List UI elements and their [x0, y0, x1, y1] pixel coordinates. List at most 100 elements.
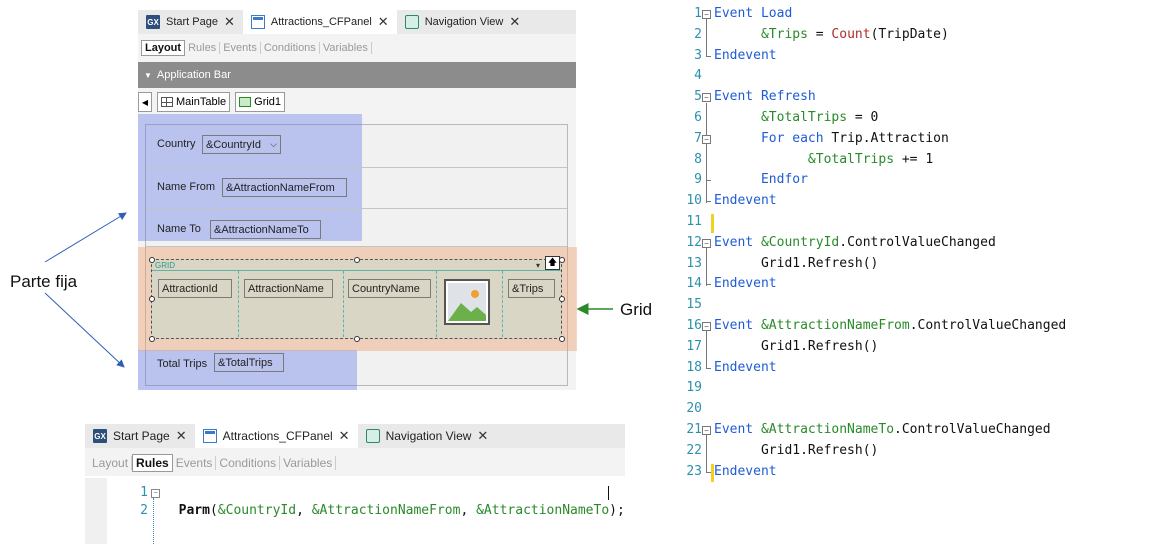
- code-line[interactable]: Grid1.Refresh(): [714, 441, 878, 462]
- arrow-to-top-fixed: [44, 212, 127, 263]
- line-number: 18: [686, 359, 702, 375]
- fold-end-mark: [706, 367, 711, 369]
- code-line[interactable]: Event Refresh: [714, 87, 816, 108]
- grid-annotation: Grid: [620, 300, 653, 319]
- line-number: 16: [686, 318, 702, 333]
- arrow-to-bottom-fixed: [44, 292, 125, 368]
- text-cursor: [608, 486, 609, 500]
- rule-sep: ,: [296, 503, 312, 518]
- tab-label: Navigation View: [385, 429, 472, 443]
- code-token: Endevent: [714, 47, 777, 63]
- code-line[interactable]: Event Load: [714, 4, 792, 25]
- code-line[interactable]: For each Trip.Attraction: [714, 129, 949, 150]
- rule-line[interactable]: Parm(&CountryId, &AttractionNameFrom, &A…: [163, 484, 625, 520]
- code-line[interactable]: Event &AttractionNameTo.ControlValueChan…: [714, 420, 1051, 441]
- line-number: 11: [686, 214, 702, 229]
- code-token: Trip.Attraction: [823, 130, 949, 146]
- fold-end-mark: [706, 180, 711, 182]
- rule-paren: (: [209, 503, 218, 518]
- line-number: 15: [686, 297, 702, 313]
- code-token: Event: [714, 234, 761, 250]
- tab-conditions[interactable]: Conditions: [216, 456, 281, 470]
- line-number: 7: [694, 130, 702, 146]
- code-token: &CountryId: [760, 234, 840, 250]
- tab-navigation-view[interactable]: Navigation View ✕: [358, 424, 497, 448]
- fold-minus-icon[interactable]: −: [702, 93, 711, 103]
- code-token: Count: [831, 26, 871, 42]
- code-token: Event Load: [714, 6, 793, 21]
- fold-minus-icon[interactable]: −: [151, 489, 160, 498]
- code-line[interactable]: Endevent: [714, 462, 777, 483]
- code-token: (TripDate): [870, 26, 949, 42]
- code-line[interactable]: Endevent: [714, 358, 777, 379]
- tab-start-page[interactable]: GX Start Page ✕: [85, 424, 195, 448]
- close-icon[interactable]: ✕: [176, 428, 187, 444]
- line-number: 12: [686, 234, 702, 250]
- code-token: &Trips: [760, 26, 808, 42]
- line-number: 5: [694, 89, 702, 105]
- close-icon[interactable]: ✕: [477, 428, 488, 444]
- fold-guide: [706, 19, 707, 57]
- code-token: .ControlValueChanged: [839, 234, 996, 250]
- rule-var: &AttractionNameTo: [476, 503, 610, 518]
- code-line[interactable]: Event &CountryId.ControlValueChanged: [714, 233, 996, 254]
- code-line[interactable]: Grid1.Refresh(): [714, 254, 878, 275]
- line-number: 20: [686, 401, 702, 417]
- fold-end-mark: [706, 201, 711, 203]
- tab-layout[interactable]: Layout: [89, 456, 133, 470]
- code-token: = 0: [847, 110, 879, 125]
- code-token: For each: [760, 130, 824, 146]
- navigation-icon: [365, 429, 380, 443]
- tab-variables[interactable]: Variables: [280, 456, 337, 470]
- fold-minus-icon[interactable]: −: [702, 426, 711, 435]
- gx-icon: GX: [93, 429, 107, 443]
- tab-attractions-cfpanel[interactable]: Attractions_CFPanel ✕: [194, 424, 358, 448]
- fold-minus-icon[interactable]: −: [702, 238, 711, 248]
- events-code-editor[interactable]: 1− Event Load 2 &Trips = Count(TripDate) 3 E…: [680, 4, 1150, 488]
- code-line[interactable]: Endevent: [714, 274, 777, 295]
- fold-end-mark: [706, 284, 711, 286]
- tab-events[interactable]: Events: [173, 456, 217, 470]
- annotation-arrows: [44, 212, 613, 368]
- code-token: Endevent: [714, 193, 777, 209]
- code-line[interactable]: &TotalTrips = 0: [714, 108, 878, 129]
- code-token: .ControlValueChanged: [894, 422, 1051, 437]
- code-token: Endevent: [714, 359, 777, 375]
- code-token: Grid1.Refresh(): [714, 255, 879, 271]
- code-token: Endevent: [714, 463, 777, 479]
- code-line[interactable]: Endevent: [714, 191, 777, 212]
- code-line[interactable]: Event &AttractionNameFrom.ControlValueCh…: [714, 316, 1066, 337]
- rule-sep: ,: [460, 503, 477, 518]
- fold-minus-icon[interactable]: −: [702, 322, 711, 331]
- line-number: 6: [694, 110, 702, 125]
- fold-minus-icon[interactable]: −: [702, 134, 711, 144]
- line-number: 2: [694, 26, 702, 42]
- line-number: 23: [686, 463, 702, 479]
- line-number: 4: [694, 68, 702, 84]
- line-number: 14: [686, 276, 702, 292]
- code-line[interactable]: &Trips = Count(TripDate): [714, 25, 949, 46]
- code-line[interactable]: Endfor: [714, 170, 808, 191]
- line-number: 9: [694, 172, 702, 188]
- tab-rules[interactable]: Rules: [132, 454, 173, 472]
- line-number: 8: [694, 151, 702, 167]
- code-line[interactable]: Endevent: [714, 46, 777, 67]
- line-number: 10: [686, 193, 702, 209]
- line-number: 2: [140, 503, 148, 518]
- close-icon[interactable]: ✕: [339, 428, 350, 444]
- bottom-subtab-bar: Layout Rules Events Conditions Variables: [89, 454, 337, 472]
- rule-var: &CountryId: [217, 503, 297, 518]
- code-token: &TotalTrips: [760, 110, 848, 125]
- rule-var: &AttractionNameFrom: [311, 503, 461, 518]
- line-number: 13: [686, 255, 702, 271]
- code-line[interactable]: Grid1.Refresh(): [714, 337, 878, 358]
- fold-minus-icon[interactable]: −: [702, 10, 711, 19]
- code-token: Grid1.Refresh(): [714, 338, 879, 354]
- line-number: 1: [140, 485, 148, 500]
- code-line[interactable]: &TotalTrips += 1: [714, 150, 933, 171]
